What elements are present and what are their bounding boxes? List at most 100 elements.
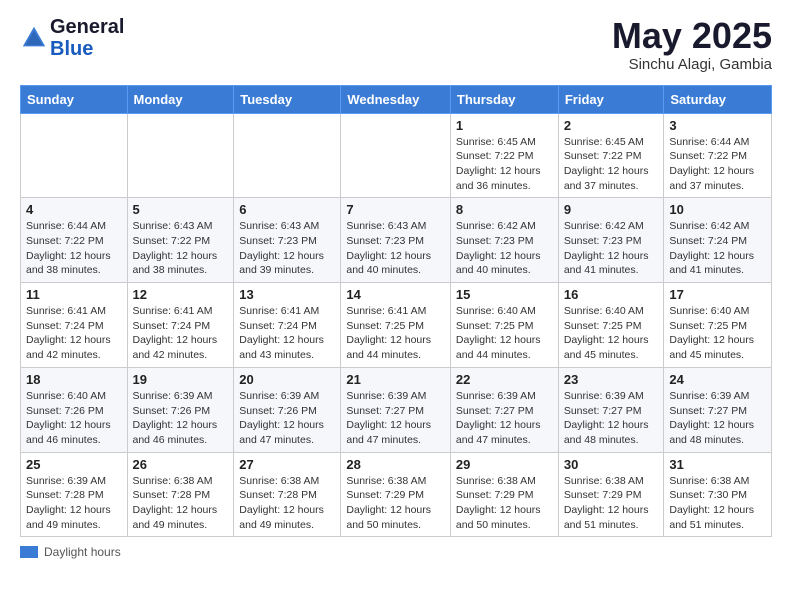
- sunrise-text: Sunrise: 6:43 AM: [133, 220, 213, 232]
- daylight-text: Daylight: 12 hours and 42 minutes.: [133, 334, 218, 361]
- daylight-text: Daylight: 12 hours and 49 minutes.: [239, 504, 324, 531]
- sunset-text: Sunset: 7:22 PM: [456, 150, 534, 162]
- sunset-text: Sunset: 7:24 PM: [669, 235, 747, 247]
- day-number: 18: [26, 372, 122, 387]
- table-row: 5 Sunrise: 6:43 AM Sunset: 7:22 PM Daylight…: [127, 198, 234, 283]
- day-info: Sunrise: 6:38 AMSunset: 7:29 PMDaylight:…: [456, 474, 553, 533]
- sunrise-text: Sunrise: 6:38 AM: [346, 475, 426, 487]
- day-number: 30: [564, 457, 659, 472]
- sunset-text: Sunset: 7:26 PM: [133, 405, 211, 417]
- sunrise-text: Sunrise: 6:38 AM: [669, 475, 749, 487]
- daylight-text: Daylight: 12 hours and 41 minutes.: [669, 250, 754, 277]
- day-number: 24: [669, 372, 766, 387]
- day-number: 3: [669, 118, 766, 133]
- day-info: Sunrise: 6:40 AMSunset: 7:25 PMDaylight:…: [564, 304, 659, 363]
- table-row: 29 Sunrise: 6:38 AMSunset: 7:29 PMDayligh…: [450, 452, 558, 537]
- sunrise-text: Sunrise: 6:39 AM: [26, 475, 106, 487]
- col-monday: Monday: [127, 85, 234, 113]
- daylight-text: Daylight: 12 hours and 42 minutes.: [26, 334, 111, 361]
- day-info: Sunrise: 6:40 AMSunset: 7:25 PMDaylight:…: [456, 304, 553, 363]
- day-info: Sunrise: 6:41 AMSunset: 7:24 PMDaylight:…: [133, 304, 229, 363]
- day-number: 23: [564, 372, 659, 387]
- calendar-week-row: 25Sunrise: 6:39 AMSunset: 7:28 PMDayligh…: [21, 452, 772, 537]
- day-number: 2: [564, 118, 659, 133]
- day-number: 20: [239, 372, 335, 387]
- day-number: 15: [456, 287, 553, 302]
- sunset-text: Sunset: 7:28 PM: [26, 489, 104, 501]
- calendar-location: Sinchu Alagi, Gambia: [612, 56, 772, 73]
- sunset-text: Sunset: 7:27 PM: [456, 405, 534, 417]
- day-info: Sunrise: 6:41 AMSunset: 7:24 PMDaylight:…: [26, 304, 122, 363]
- sunset-text: Sunset: 7:26 PM: [26, 405, 104, 417]
- table-row: 4Sunrise: 6:44 AMSunset: 7:22 PMDaylight…: [21, 198, 128, 283]
- sunset-text: Sunset: 7:25 PM: [669, 320, 747, 332]
- day-info: Sunrise: 6:38 AMSunset: 7:28 PMDaylight:…: [133, 474, 229, 533]
- sunset-text: Sunset: 7:23 PM: [239, 235, 317, 247]
- table-row: 12Sunrise: 6:41 AMSunset: 7:24 PMDayligh…: [127, 283, 234, 368]
- table-row: 15Sunrise: 6:40 AMSunset: 7:25 PMDayligh…: [450, 283, 558, 368]
- day-info: Sunrise: 6:39 AMSunset: 7:26 PMDaylight:…: [133, 389, 229, 448]
- sunrise-text: Sunrise: 6:41 AM: [346, 305, 426, 317]
- table-row: 2 Sunrise: 6:45 AMSunset: 7:22 PMDaylight…: [558, 113, 664, 198]
- day-info: Sunrise: 6:44 AMSunset: 7:22 PMDaylight:…: [26, 219, 122, 278]
- sunrise-text: Sunrise: 6:39 AM: [346, 390, 426, 402]
- sunset-text: Sunset: 7:29 PM: [346, 489, 424, 501]
- sunset-text: Sunset: 7:25 PM: [456, 320, 534, 332]
- table-row: 13Sunrise: 6:41 AMSunset: 7:24 PMDayligh…: [234, 283, 341, 368]
- day-info: Sunrise: 6:45 AMSunset: 7:22 PMDaylight:…: [564, 135, 659, 194]
- logo-icon: [20, 24, 48, 52]
- sunrise-text: Sunrise: 6:40 AM: [456, 305, 536, 317]
- day-number: 21: [346, 372, 445, 387]
- sunrise-text: Sunrise: 6:38 AM: [456, 475, 536, 487]
- daylight-text: Daylight: 12 hours and 38 minutes.: [133, 250, 218, 277]
- sunset-text: Sunset: 7:23 PM: [346, 235, 424, 247]
- day-info: Sunrise: 6:40 AMSunset: 7:25 PMDaylight:…: [669, 304, 766, 363]
- daylight-text: Daylight: 12 hours and 45 minutes.: [564, 334, 649, 361]
- day-number: 16: [564, 287, 659, 302]
- logo: General Blue: [20, 16, 124, 60]
- day-number: 8: [456, 202, 553, 217]
- table-row: 28Sunrise: 6:38 AMSunset: 7:29 PMDayligh…: [341, 452, 451, 537]
- day-number: 29: [456, 457, 553, 472]
- sunset-text: Sunset: 7:26 PM: [239, 405, 317, 417]
- daylight-text: Daylight: 12 hours and 44 minutes.: [346, 334, 431, 361]
- table-row: 16 Sunrise: 6:40 AMSunset: 7:25 PMDayligh…: [558, 283, 664, 368]
- daylight-text: Daylight: 12 hours and 45 minutes.: [669, 334, 754, 361]
- daylight-text: Daylight: 12 hours and 49 minutes.: [26, 504, 111, 531]
- calendar-header-row: Sunday Monday Tuesday Wednesday Thursday…: [21, 85, 772, 113]
- day-number: 17: [669, 287, 766, 302]
- day-number: 19: [133, 372, 229, 387]
- sunrise-text: Sunrise: 6:42 AM: [669, 220, 749, 232]
- day-info: Sunrise: 6:43 AM Sunset: 7:22 PM Daylight:…: [133, 219, 229, 278]
- table-row: 25Sunrise: 6:39 AMSunset: 7:28 PMDayligh…: [21, 452, 128, 537]
- sunrise-text: Sunrise: 6:39 AM: [456, 390, 536, 402]
- table-row: 24Sunrise: 6:39 AMSunset: 7:27 PMDayligh…: [664, 367, 772, 452]
- sunset-text: Sunset: 7:22 PM: [669, 150, 747, 162]
- header: General Blue May 2025 Sinchu Alagi, Gamb…: [20, 16, 772, 73]
- col-tuesday: Tuesday: [234, 85, 341, 113]
- daylight-text: Daylight: 12 hours and 49 minutes.: [133, 504, 218, 531]
- sunset-text: Sunset: 7:25 PM: [564, 320, 642, 332]
- sunset-text: Sunset: 7:23 PM: [456, 235, 534, 247]
- sunrise-text: Sunrise: 6:44 AM: [669, 136, 749, 148]
- sunset-text: Sunset: 7:27 PM: [669, 405, 747, 417]
- sunset-text: Sunset: 7:22 PM: [133, 235, 211, 247]
- sunset-text: Sunset: 7:28 PM: [133, 489, 211, 501]
- day-number: 27: [239, 457, 335, 472]
- sunrise-text: Sunrise: 6:41 AM: [133, 305, 213, 317]
- daylight-text: Daylight: 12 hours and 41 minutes.: [564, 250, 649, 277]
- day-number: 5: [133, 202, 229, 217]
- table-row: 11Sunrise: 6:41 AMSunset: 7:24 PMDayligh…: [21, 283, 128, 368]
- table-row: 26 Sunrise: 6:38 AMSunset: 7:28 PMDayligh…: [127, 452, 234, 537]
- col-sunday: Sunday: [21, 85, 128, 113]
- daylight-text: Daylight: 12 hours and 40 minutes.: [346, 250, 431, 277]
- day-number: 26: [133, 457, 229, 472]
- calendar-week-row: 4Sunrise: 6:44 AMSunset: 7:22 PMDaylight…: [21, 198, 772, 283]
- daylight-text: Daylight: 12 hours and 51 minutes.: [669, 504, 754, 531]
- table-row: 20Sunrise: 6:39 AMSunset: 7:26 PMDayligh…: [234, 367, 341, 452]
- sunrise-text: Sunrise: 6:42 AM: [456, 220, 536, 232]
- day-number: 10: [669, 202, 766, 217]
- table-row: 18Sunrise: 6:40 AMSunset: 7:26 PMDayligh…: [21, 367, 128, 452]
- title-block: May 2025 Sinchu Alagi, Gambia: [612, 16, 772, 73]
- sunset-text: Sunset: 7:28 PM: [239, 489, 317, 501]
